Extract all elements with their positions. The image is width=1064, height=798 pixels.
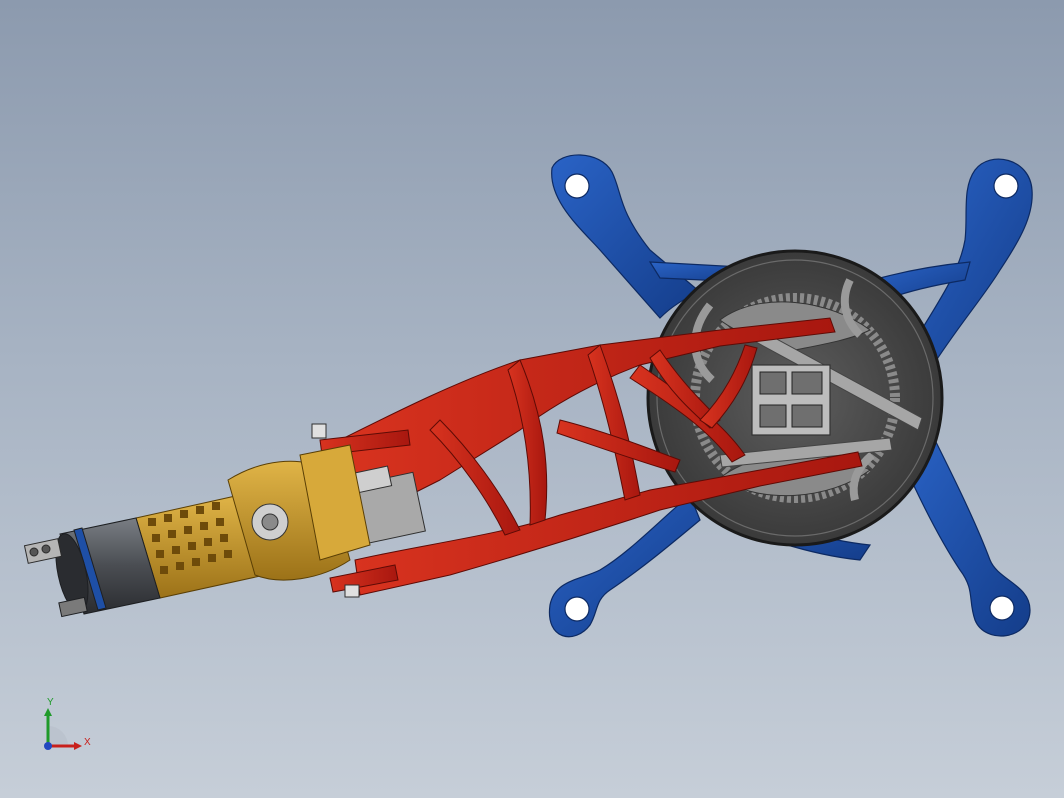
x-axis-label: X xyxy=(84,737,91,748)
cad-model[interactable] xyxy=(0,0,1064,798)
y-axis-label: Y xyxy=(47,697,54,708)
x-axis-arrow xyxy=(74,742,82,750)
y-axis-arrow xyxy=(44,708,52,716)
reference-triad: Y X xyxy=(38,696,108,758)
z-axis-dot xyxy=(44,742,52,750)
graphics-viewport[interactable]: Y X xyxy=(0,0,1064,798)
motor-housing[interactable] xyxy=(135,444,371,599)
